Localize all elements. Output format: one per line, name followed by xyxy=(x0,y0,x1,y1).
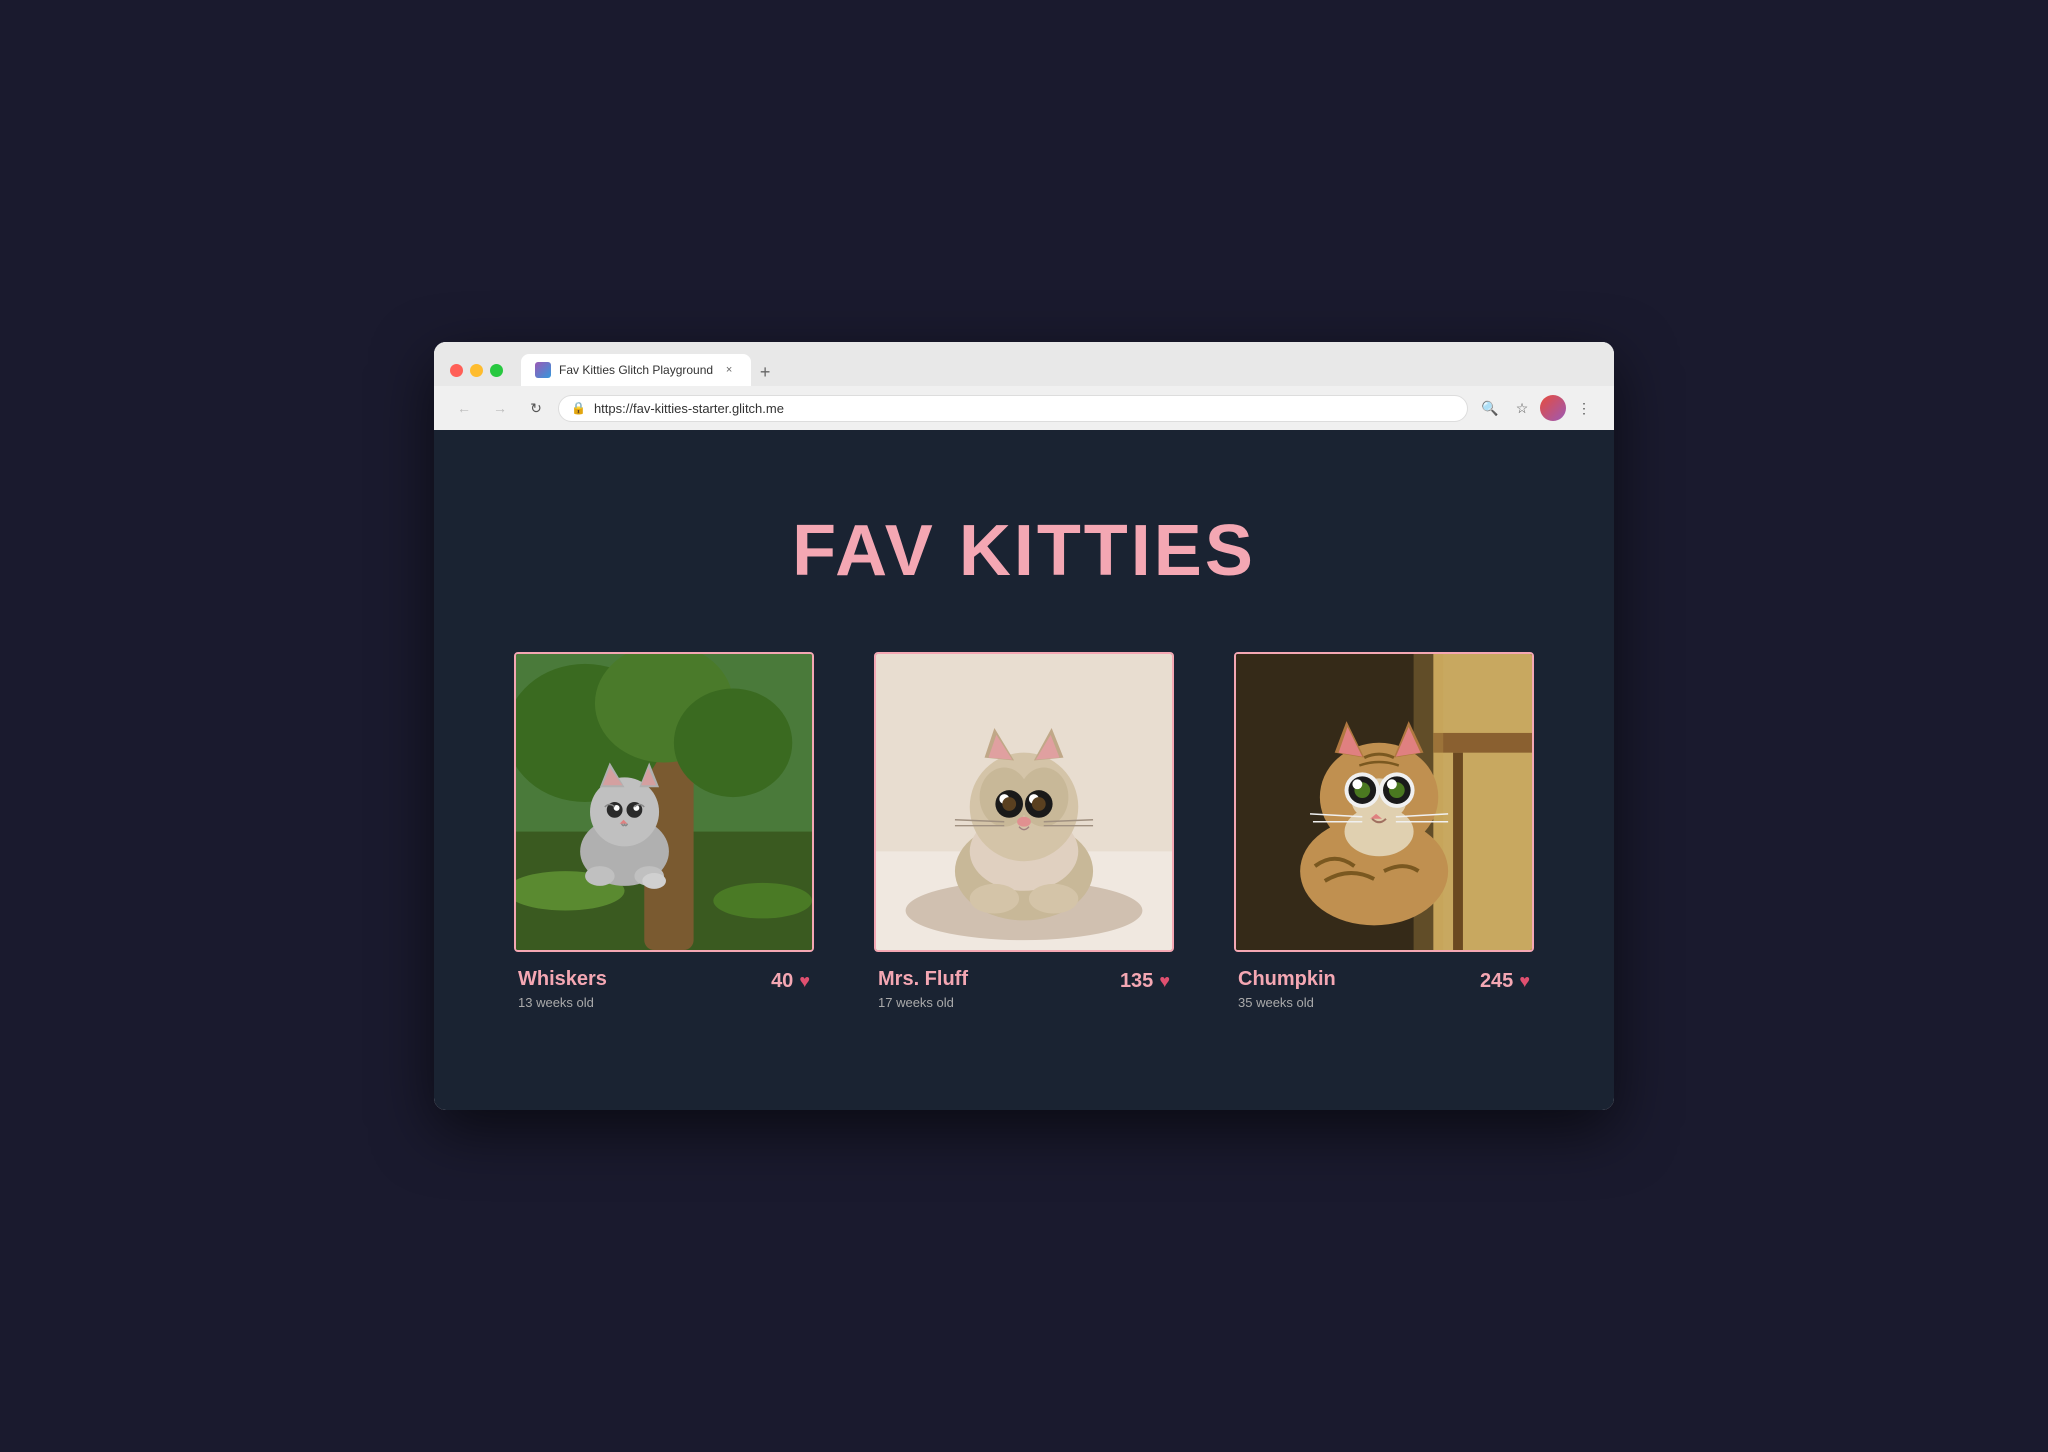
kitties-grid: Whiskers 13 weeks old 40 ♥ xyxy=(514,652,1534,1010)
new-tab-button[interactable]: + xyxy=(751,358,779,386)
star-icon: ☆ xyxy=(1516,400,1529,417)
nav-bar: ← → ↻ 🔒 https://fav-kitties-starter.glit… xyxy=(434,386,1614,430)
fav-count-mrs-fluff: 135 xyxy=(1120,970,1153,993)
kitty-age-mrs-fluff: 17 weeks old xyxy=(878,995,968,1010)
forward-icon: → xyxy=(493,400,507,416)
title-bar: Fav Kitties Glitch Playground × + xyxy=(434,342,1614,386)
reload-button[interactable]: ↻ xyxy=(522,394,550,422)
browser-window: Fav Kitties Glitch Playground × + ← → ↻ … xyxy=(434,342,1614,1110)
kitty-fav-whiskers[interactable]: 40 ♥ xyxy=(771,970,810,993)
kitty-card-mrs-fluff: Mrs. Fluff 17 weeks old 135 ♥ xyxy=(874,652,1174,1010)
kitty-image-mrs-fluff xyxy=(876,654,1172,950)
address-bar[interactable]: 🔒 https://fav-kitties-starter.glitch.me xyxy=(558,395,1468,422)
kitty-image-whiskers xyxy=(516,654,812,950)
heart-icon-chumpkin: ♥ xyxy=(1519,971,1530,992)
user-avatar[interactable] xyxy=(1540,395,1566,421)
kitty-info-row-chumpkin: Chumpkin 35 weeks old 245 ♥ xyxy=(1234,968,1534,1010)
app-content: FAV KITTIES xyxy=(434,430,1614,1110)
kitty-age-chumpkin: 35 weeks old xyxy=(1238,995,1336,1010)
nav-actions: 🔍 ☆ ⋮ xyxy=(1476,394,1598,422)
kitty-info-row-mrs-fluff: Mrs. Fluff 17 weeks old 135 ♥ xyxy=(874,968,1174,1010)
reload-icon: ↻ xyxy=(530,400,542,417)
tab-title: Fav Kitties Glitch Playground xyxy=(559,363,713,377)
tab-close-button[interactable]: × xyxy=(721,362,737,378)
traffic-lights xyxy=(450,364,503,377)
back-button[interactable]: ← xyxy=(450,394,478,422)
kitty-name-whiskers: Whiskers xyxy=(518,968,607,991)
kitty-image-wrapper-mrs-fluff xyxy=(874,652,1174,952)
kitty-name-mrs-fluff: Mrs. Fluff xyxy=(878,968,968,991)
kitty-name-section-mrs-fluff: Mrs. Fluff 17 weeks old xyxy=(878,968,968,1010)
menu-button[interactable]: ⋮ xyxy=(1570,394,1598,422)
fav-count-whiskers: 40 xyxy=(771,970,793,993)
active-tab[interactable]: Fav Kitties Glitch Playground × xyxy=(521,354,751,386)
kitty-image-chumpkin xyxy=(1236,654,1532,950)
tab-favicon xyxy=(535,362,551,378)
url-text: https://fav-kitties-starter.glitch.me xyxy=(594,401,1455,416)
search-icon: 🔍 xyxy=(1481,400,1498,417)
maximize-button[interactable] xyxy=(490,364,503,377)
minimize-button[interactable] xyxy=(470,364,483,377)
kitty-fav-chumpkin[interactable]: 245 ♥ xyxy=(1480,970,1530,993)
page-title: FAV KITTIES xyxy=(792,510,1256,592)
kitty-card-chumpkin: Chumpkin 35 weeks old 245 ♥ xyxy=(1234,652,1534,1010)
fav-count-chumpkin: 245 xyxy=(1480,970,1513,993)
kitty-info-row-whiskers: Whiskers 13 weeks old 40 ♥ xyxy=(514,968,814,1010)
kitty-name-section-whiskers: Whiskers 13 weeks old xyxy=(518,968,607,1010)
kitty-name-chumpkin: Chumpkin xyxy=(1238,968,1336,991)
tabs-bar: Fav Kitties Glitch Playground × + xyxy=(521,354,1598,386)
bookmark-button[interactable]: ☆ xyxy=(1508,394,1536,422)
search-button[interactable]: 🔍 xyxy=(1476,394,1504,422)
back-icon: ← xyxy=(457,400,471,416)
kitty-card-whiskers: Whiskers 13 weeks old 40 ♥ xyxy=(514,652,814,1010)
forward-button[interactable]: → xyxy=(486,394,514,422)
kitty-name-section-chumpkin: Chumpkin 35 weeks old xyxy=(1238,968,1336,1010)
lock-icon: 🔒 xyxy=(571,401,586,415)
heart-icon-mrs-fluff: ♥ xyxy=(1159,971,1170,992)
kitty-fav-mrs-fluff[interactable]: 135 ♥ xyxy=(1120,970,1170,993)
kitty-image-wrapper-chumpkin xyxy=(1234,652,1534,952)
kitty-image-wrapper-whiskers xyxy=(514,652,814,952)
browser-chrome: Fav Kitties Glitch Playground × + ← → ↻ … xyxy=(434,342,1614,430)
kitty-age-whiskers: 13 weeks old xyxy=(518,995,607,1010)
heart-icon-whiskers: ♥ xyxy=(799,971,810,992)
close-button[interactable] xyxy=(450,364,463,377)
menu-icon: ⋮ xyxy=(1577,400,1591,417)
